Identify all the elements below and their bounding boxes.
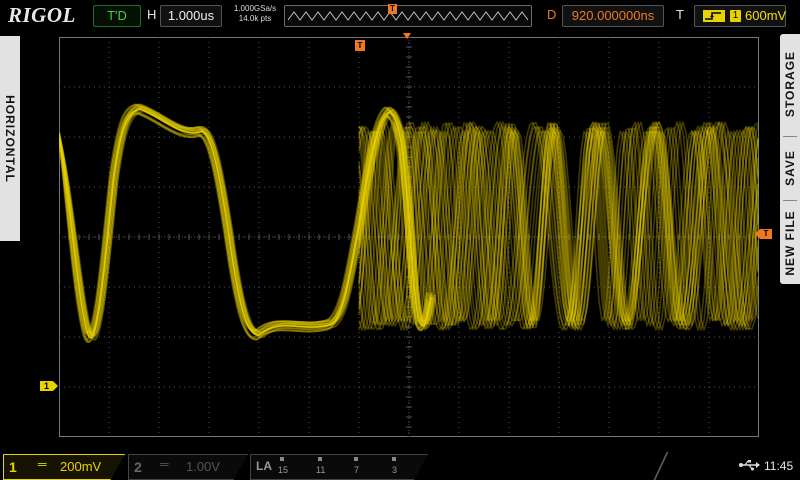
system-clock: 11:45 bbox=[764, 459, 794, 473]
new-file-label: NEW FILE bbox=[783, 210, 797, 276]
horizontal-delay[interactable]: 920.000000ns bbox=[562, 5, 664, 27]
ch1-scale: 200mV bbox=[60, 459, 102, 474]
center-position-icon bbox=[403, 33, 411, 39]
usb-icon bbox=[739, 460, 760, 471]
save-label: SAVE bbox=[783, 150, 797, 186]
horizontal-label: H bbox=[147, 7, 157, 22]
memory-depth: 14.0k pts bbox=[238, 14, 272, 23]
ch2-dc-coupling-icon: ═ bbox=[160, 457, 169, 471]
ch1-dc-coupling-icon: ═ bbox=[38, 457, 47, 471]
ch2-scale: 1.00V bbox=[186, 459, 220, 474]
new-file-tab-item[interactable]: NEW FILE bbox=[780, 202, 800, 284]
rigol-logo: RIGOL bbox=[8, 3, 76, 27]
la-label: LA bbox=[256, 459, 272, 473]
trigger-level-marker[interactable]: T bbox=[755, 229, 772, 239]
la-channel-11: 11 bbox=[316, 465, 326, 475]
trigger-source-channel: 1 bbox=[730, 10, 741, 22]
la-channel-tick bbox=[318, 457, 322, 461]
la-channel-7: 7 bbox=[354, 465, 360, 475]
trigger-position-marker[interactable]: T bbox=[355, 40, 365, 51]
ch2-number: 2 bbox=[134, 459, 142, 475]
la-channel-15: 15 bbox=[278, 465, 289, 475]
delay-label: D bbox=[547, 7, 557, 22]
acquisition-status[interactable]: T'D bbox=[93, 5, 141, 27]
sample-info: 1.000GSa/s 14.0k pts bbox=[228, 4, 282, 24]
tab-divider bbox=[783, 200, 797, 201]
save-tab-item[interactable]: SAVE bbox=[780, 138, 800, 198]
ch1-number: 1 bbox=[9, 459, 17, 475]
waveform-display[interactable] bbox=[59, 37, 759, 437]
la-channel-tick bbox=[392, 457, 396, 461]
memory-waveform-icon bbox=[288, 11, 528, 21]
storage-tab-item[interactable]: STORAGE bbox=[780, 34, 800, 134]
storage-label: STORAGE bbox=[783, 50, 797, 118]
memory-waveform-bar[interactable] bbox=[284, 5, 532, 27]
ch1-offset-marker[interactable]: 1 bbox=[40, 381, 58, 391]
horizontal-menu-tab[interactable]: HORIZONTAL bbox=[0, 36, 20, 241]
rising-edge-icon bbox=[703, 10, 725, 22]
horizontal-tab-label: HORIZONTAL bbox=[3, 94, 17, 183]
trigger-label: T bbox=[676, 7, 684, 22]
la-channel-tick bbox=[280, 457, 284, 461]
ch1-waveform bbox=[59, 103, 759, 343]
sample-rate: 1.000GSa/s bbox=[233, 4, 277, 13]
trigger-level: 600mV bbox=[745, 8, 787, 23]
tab-divider bbox=[783, 136, 797, 137]
la-channel-tick bbox=[354, 457, 358, 461]
logic-analyzer-settings[interactable] bbox=[250, 454, 428, 480]
trigger-settings[interactable]: 1 600mV bbox=[694, 5, 786, 27]
la-channel-3: 3 bbox=[392, 465, 398, 475]
storage-menu-tab[interactable]: STORAGE SAVE NEW FILE bbox=[780, 34, 800, 284]
timebase-scale[interactable]: 1.000us bbox=[160, 5, 222, 27]
memory-trigger-marker: T bbox=[388, 4, 397, 14]
